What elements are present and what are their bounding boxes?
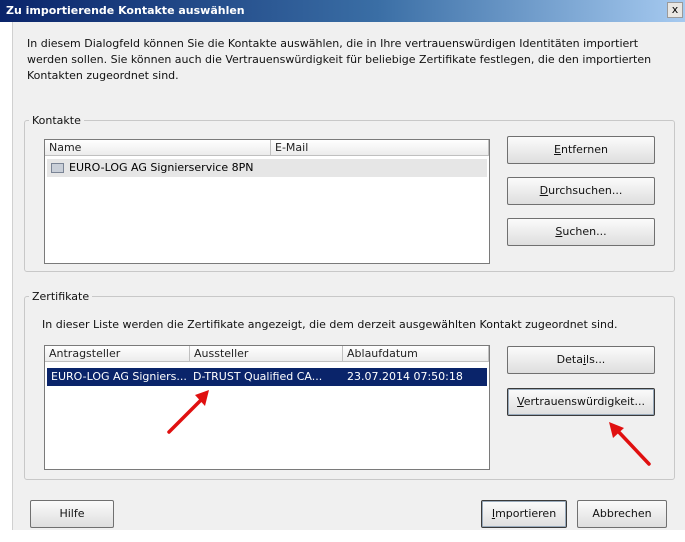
import-button[interactable]: Importieren <box>481 500 567 528</box>
dialog-body: In diesem Dialogfeld können Sie die Kont… <box>12 22 685 530</box>
window-title: Zu importierende Kontakte auswählen <box>6 4 245 17</box>
certificates-group-label: Zertifikate <box>32 290 90 303</box>
search-button[interactable]: Suchen... <box>507 218 655 246</box>
certificates-list-header: Antragsteller Aussteller Ablaufdatum <box>45 346 489 362</box>
close-button[interactable]: x <box>667 2 683 18</box>
remove-accelerator: E <box>554 143 561 156</box>
contacts-group-label: Kontakte <box>32 114 81 127</box>
certificates-list[interactable]: Antragsteller Aussteller Ablaufdatum EUR… <box>44 345 490 470</box>
intro-text: In diesem Dialogfeld können Sie die Kont… <box>27 37 652 82</box>
contacts-list[interactable]: Name E-Mail EURO-LOG AG Signierservice 8… <box>44 139 490 264</box>
details-button[interactable]: Details... <box>507 346 655 374</box>
details-label-start: Deta <box>556 353 583 366</box>
browse-label: urchsuchen... <box>548 184 623 197</box>
annotation-arrow-icon <box>609 422 651 466</box>
certificate-expiry: 23.07.2014 07:50:18 <box>347 370 463 383</box>
column-header-subject[interactable]: Antragsteller <box>45 346 190 362</box>
column-header-email[interactable]: E-Mail <box>271 140 489 156</box>
contact-row[interactable]: EURO-LOG AG Signierservice 8PN <box>47 159 487 177</box>
trust-label: ertrauenswürdigkeit... <box>523 395 645 408</box>
contact-name: EURO-LOG AG Signierservice 8PN <box>69 161 254 174</box>
remove-button[interactable]: Entfernen <box>507 136 655 164</box>
column-header-issuer[interactable]: Aussteller <box>190 346 343 362</box>
certificates-description: In dieser Liste werden die Zertifikate a… <box>42 318 618 331</box>
column-header-name[interactable]: Name <box>45 140 271 156</box>
search-label: uchen... <box>562 225 607 238</box>
help-button[interactable]: Hilfe <box>30 500 114 528</box>
contacts-list-header: Name E-Mail <box>45 140 489 156</box>
cancel-button[interactable]: Abbrechen <box>577 500 667 528</box>
details-label-end: ls... <box>586 353 606 366</box>
column-header-expiry[interactable]: Ablaufdatum <box>343 346 489 362</box>
trust-button[interactable]: Vertrauenswürdigkeit... <box>507 388 655 416</box>
browse-button[interactable]: Durchsuchen... <box>507 177 655 205</box>
trust-accelerator: V <box>517 395 524 408</box>
remove-label: ntfernen <box>560 143 608 156</box>
annotation-arrow-icon <box>167 390 209 434</box>
title-bar[interactable]: Zu importierende Kontakte auswählen x <box>0 0 685 22</box>
import-label: mportieren <box>495 507 557 520</box>
certificate-row[interactable]: EURO-LOG AG Signiers... D-TRUST Qualifie… <box>47 368 487 386</box>
contact-card-icon <box>51 163 64 173</box>
browse-accelerator: D <box>539 184 549 197</box>
